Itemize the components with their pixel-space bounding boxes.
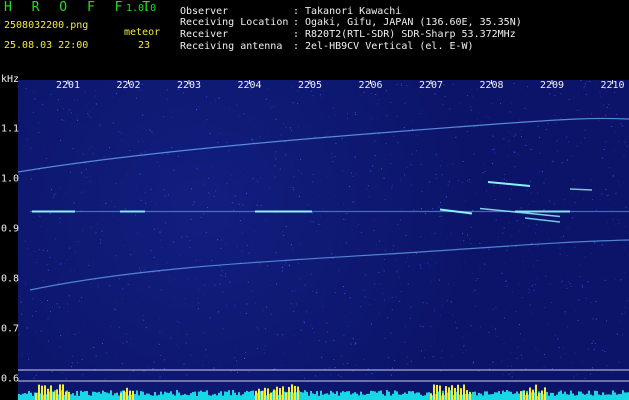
y-tick-label: 1.1 xyxy=(1,123,20,135)
receiver-label: Receiver xyxy=(180,29,229,40)
y-tick-label: 1.0 xyxy=(1,173,20,185)
hrofft-screen: H R O F F T 1.0.0 2508032200.png 25.08.0… xyxy=(0,0,629,400)
image-filename: 2508032200.png xyxy=(4,20,89,31)
y-tick-label: 0.8 xyxy=(1,273,20,285)
y-tick-label: 0.7 xyxy=(1,323,20,335)
meteor-echo xyxy=(569,188,593,191)
meteor-count-label: meteor xyxy=(124,27,161,38)
antenna-label: Receiving antenna xyxy=(180,41,283,52)
location-label: Receiving Location xyxy=(180,17,289,28)
antenna-colon: : xyxy=(293,41,300,52)
receiver-value: R820T2(RTL-SDR) SDR-Sharp 53.372MHz xyxy=(305,29,516,40)
observer-label: Observer xyxy=(180,6,229,17)
location-colon: : xyxy=(293,17,300,28)
x-tick-label: 2210 xyxy=(600,80,625,91)
x-tick-label: 2203 xyxy=(176,80,202,91)
spectrogram xyxy=(18,80,629,400)
x-tick-label: 2206 xyxy=(358,80,383,91)
observation-datetime: 25.08.03 22:00 xyxy=(4,40,89,51)
x-tick-label: 2208 xyxy=(479,80,504,91)
x-tick-label: 2207 xyxy=(418,80,444,91)
observer-colon: : xyxy=(293,6,300,17)
receiver-colon: : xyxy=(293,29,300,40)
antenna-value: 2el-HB9CV Vertical (el. E-W) xyxy=(305,41,474,52)
x-tick-label: 2209 xyxy=(539,80,565,91)
upper-drifting-trace xyxy=(18,117,629,173)
x-tick-label: 2201 xyxy=(55,80,81,91)
x-tick-label: 2205 xyxy=(297,80,323,91)
meteor-count-value: 23 xyxy=(138,40,151,51)
y-tick-label: 0.9 xyxy=(1,223,20,235)
location-value: Ogaki, Gifu, JAPAN (136.60E, 35.35N) xyxy=(305,17,522,28)
x-tick-label: 2204 xyxy=(237,80,262,91)
x-tick-label: 2202 xyxy=(116,80,141,91)
y-axis-unit: kHz xyxy=(1,74,20,85)
noise-speckle xyxy=(18,80,628,380)
lower-drifting-trace xyxy=(29,239,629,291)
spectrogram-plot xyxy=(18,80,629,400)
observer-value: Takanori Kawachi xyxy=(305,6,402,17)
app-version: 1.0.0 xyxy=(126,3,157,14)
meteor-echo xyxy=(524,217,561,223)
activity-strip xyxy=(18,384,629,400)
y-tick-label: 0.6 xyxy=(1,373,20,385)
